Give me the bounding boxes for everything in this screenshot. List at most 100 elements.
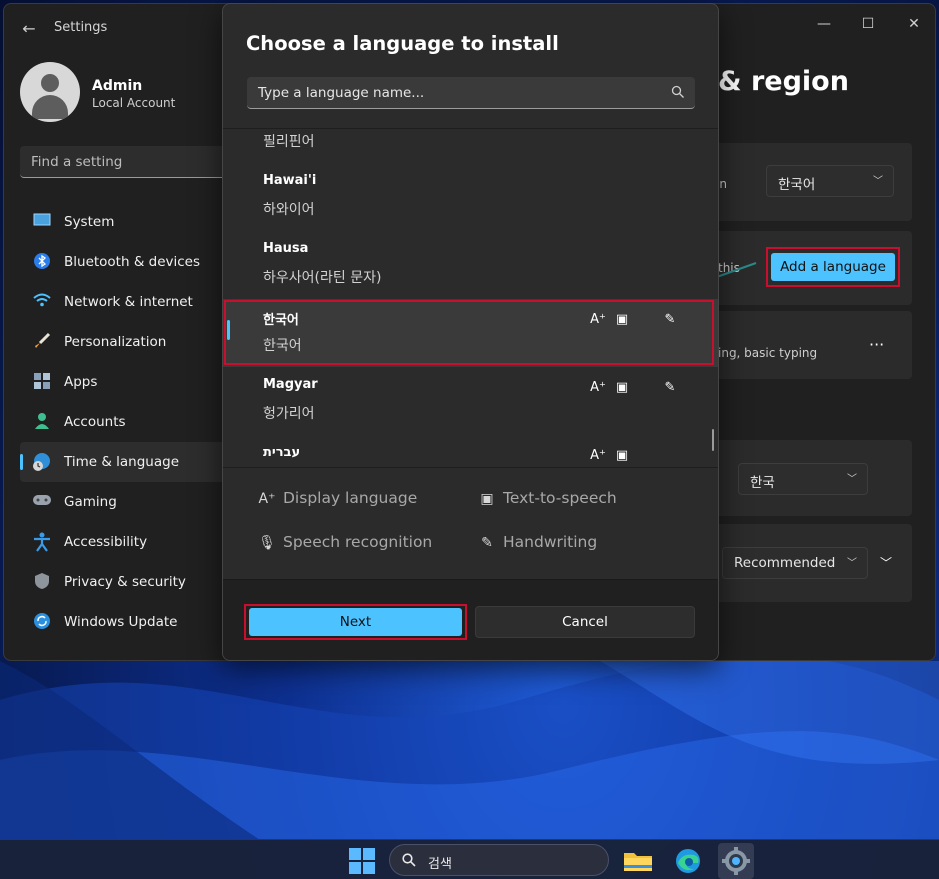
sidebar-item-label: Accounts [64,414,126,430]
settings-gear-icon[interactable] [718,843,754,879]
sidebar-item-accounts[interactable]: Accounts [20,402,230,442]
display-language-dropdown[interactable]: 한국어 ﹀ [766,165,894,197]
list-item-selected[interactable]: 한국어 한국어 A⁺ ▣ ✎ [223,299,718,367]
minimize-icon[interactable]: — [802,10,846,38]
search-icon [402,853,416,867]
sidebar-item-label: System [64,214,115,230]
accessibility-icon [32,532,52,552]
text-to-speech-icon: ▣ [615,380,629,395]
language-localized-name: 하와이어 [263,202,315,218]
add-language-label: Add a language [771,253,895,281]
legend-speech-recognition: 🎙 Speech recognition [257,533,432,551]
sidebar-item-accessibility[interactable]: Accessibility [20,522,230,562]
sidebar-item-label: Windows Update [64,614,178,630]
sidebar-item-privacy[interactable]: Privacy & security [20,562,230,602]
legend-label: Text-to-speech [503,489,617,507]
apps-icon [32,372,52,392]
display-language-icon: A⁺ [590,448,606,463]
wifi-icon [32,292,52,312]
sidebar-item-network[interactable]: Network & internet [20,282,230,322]
legend-label: Display language [283,489,418,507]
language-name: 한국어 [263,313,299,328]
taskbar: 검색 [0,839,939,879]
legend-handwriting: ✎ Handwriting [477,533,597,551]
display-language-icon: A⁺ [590,380,606,395]
sidebar-nav: System Bluetooth & devices Network & int… [20,202,230,642]
list-item[interactable]: Hausa 하우사어(라틴 문자) [223,231,718,299]
avatar [20,62,80,122]
sidebar-item-label: Time & language [64,454,180,470]
sidebar-item-personalization[interactable]: Personalization [20,322,230,362]
list-item[interactable]: 필리핀어 [223,129,718,163]
dialog-footer: Next Cancel [223,579,718,660]
list-item[interactable]: Hawai'i 하와이어 [223,163,718,231]
user-profile[interactable]: Admin Local Account [20,62,220,126]
taskbar-search-box[interactable]: 검색 [389,844,609,876]
list-scrollbar[interactable] [712,429,714,451]
legend-text-to-speech: ▣ Text-to-speech [477,489,617,507]
country-region-card: 한국 ﹀ [694,440,912,516]
sidebar-item-bluetooth[interactable]: Bluetooth & devices [20,242,230,282]
next-button[interactable]: Next [249,608,462,636]
sidebar-item-apps[interactable]: Apps [20,362,230,402]
language-name: Hawai'i [263,173,317,188]
globe-clock-icon [32,452,52,472]
next-button-highlight: Next [244,604,467,640]
search-icon [671,85,684,98]
language-name: עברית [263,445,301,460]
maximize-icon[interactable]: ☐ [846,10,890,38]
text-to-speech-icon: ▣ [615,312,629,327]
find-setting-input[interactable]: Find a setting [20,146,230,178]
list-item[interactable]: Magyar 헝가리어 A⁺ ▣ ✎ [223,367,718,435]
regional-format-value: Recommended [734,555,836,571]
sidebar-item-gaming[interactable]: Gaming [20,482,230,522]
sidebar-item-label: Network & internet [64,294,193,310]
profile-account-type: Local Account [92,96,176,110]
person-icon [32,412,52,432]
handwriting-icon: ✎ [664,312,676,327]
close-icon[interactable]: ✕ [892,10,935,38]
bluetooth-icon [32,252,52,272]
more-options-icon[interactable]: ··· [869,335,884,354]
edge-icon[interactable] [670,843,706,879]
add-language-button[interactable]: Add a language [766,247,900,287]
language-localized-name: 한국어 [263,338,302,354]
monitor-icon [32,212,52,232]
active-indicator [20,454,23,470]
profile-name: Admin [92,78,143,94]
display-language-value: 한국어 [778,177,816,193]
choose-language-dialog: Choose a language to install Type a lang… [222,3,719,661]
handwriting-icon: ✎ [481,535,493,551]
chevron-down-icon: ﹀ [847,558,857,569]
country-region-value: 한국 [750,475,775,491]
file-explorer-icon[interactable] [620,843,656,879]
shield-icon [32,572,52,592]
cancel-button[interactable]: Cancel [475,606,695,638]
find-setting-placeholder: Find a setting [31,154,123,170]
display-language-icon: A⁺ [590,312,606,327]
sidebar-item-label: Accessibility [64,534,148,550]
sidebar-item-system[interactable]: System [20,202,230,242]
sidebar-item-time-language[interactable]: Time & language [20,442,230,482]
back-arrow-icon[interactable]: ← [14,16,44,42]
chevron-down-icon: ﹀ [847,474,857,485]
sidebar-item-windows-update[interactable]: Windows Update [20,602,230,642]
language-options-card: ing, basic typing ··· [694,311,912,379]
language-localized-name: 하우사어(라틴 문자) [263,270,382,286]
update-icon [32,612,52,632]
legend-label: Handwriting [503,533,598,551]
legend-display-language: A⁺ Display language [257,489,418,507]
language-list[interactable]: 필리핀어 Hawai'i 하와이어 Hausa 하우사어(라틴 문자) 한국어 … [223,128,718,468]
regional-format-dropdown[interactable]: Recommended ﹀ [722,547,868,579]
language-search-input[interactable]: Type a language name... [247,77,695,109]
language-localized-name: 헝가리어 [263,406,315,422]
text-to-speech-icon: ▣ [615,448,629,463]
sidebar-item-label: Gaming [64,494,117,510]
country-region-dropdown[interactable]: 한국 ﹀ [738,463,868,495]
windows-start-icon[interactable] [349,848,375,874]
taskbar-search-text: 검색 [428,857,452,872]
list-item[interactable]: עברית A⁺ ▣ [223,435,718,467]
chevron-down-icon: ﹀ [873,176,883,187]
language-name: Magyar [263,377,318,392]
expand-chevron-icon[interactable]: ﹀ [880,554,892,571]
